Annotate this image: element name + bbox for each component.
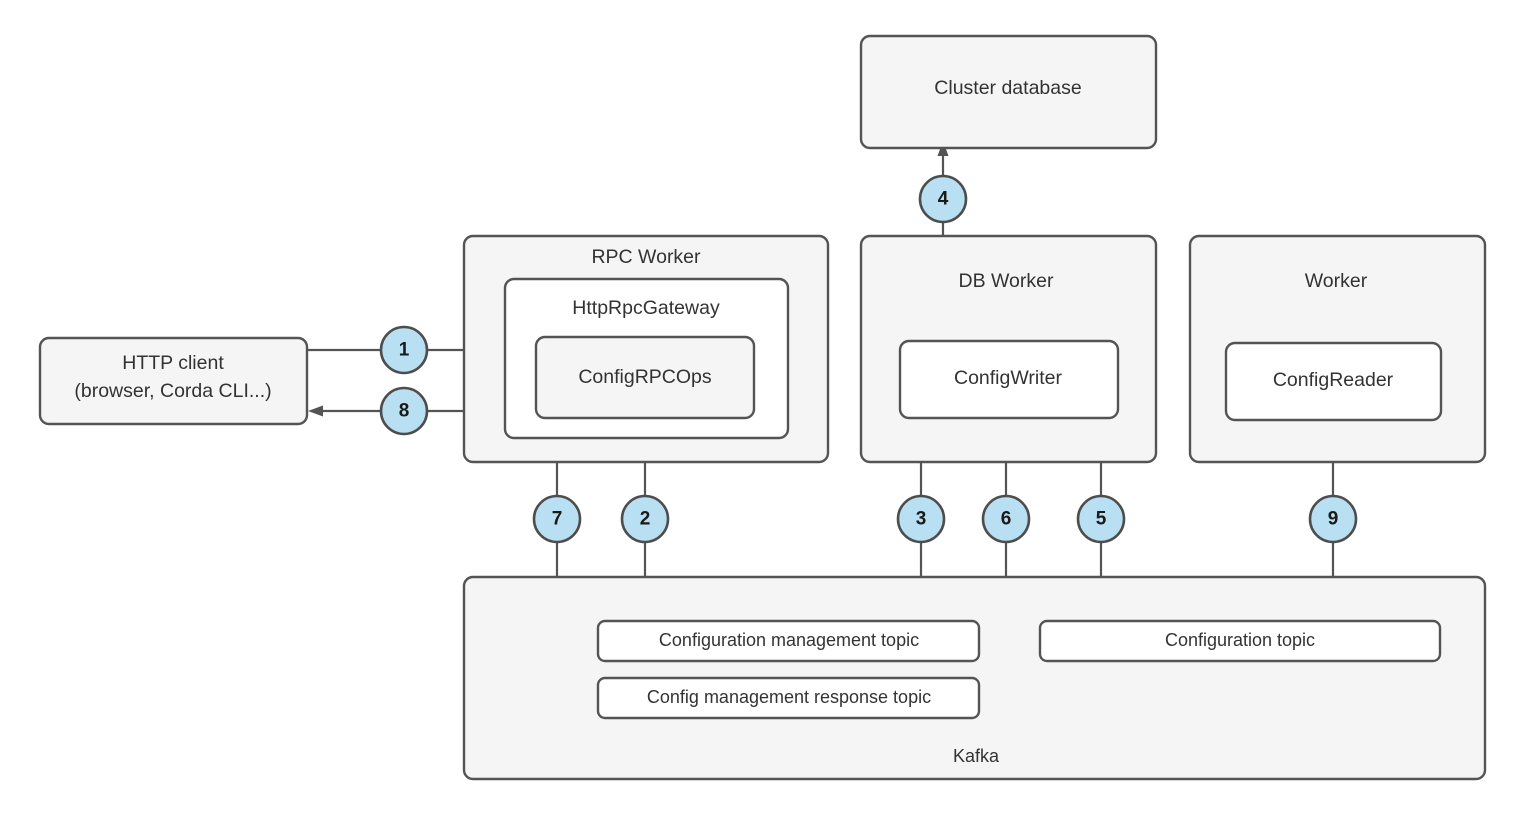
worker-label: Worker [1305, 270, 1368, 292]
config-reader-label: ConfigReader [1273, 369, 1394, 391]
kafka-label: Kafka [953, 746, 1000, 766]
config-rpc-ops-label: ConfigRPCOps [578, 366, 712, 388]
http-rpc-gateway-label: HttpRpcGateway [572, 297, 720, 319]
db-worker-label: DB Worker [959, 270, 1054, 292]
node-configuration-topic: Configuration topic [1038, 619, 1442, 663]
config-writer-label: ConfigWriter [954, 367, 1063, 389]
http-client-label-line1: HTTP client [122, 352, 224, 374]
step-badge-6-label: 6 [1001, 509, 1012, 530]
step-badge-3-label: 3 [916, 509, 927, 530]
cluster-database-label: Cluster database [934, 77, 1081, 99]
step-badge-7-label: 7 [552, 509, 563, 530]
node-config-writer: ConfigWriter [898, 339, 1120, 420]
step-badge-8-label: 8 [399, 401, 410, 422]
node-config-rpc-ops: ConfigRPCOps [534, 335, 756, 420]
step-badge-1: 1 [379, 325, 429, 375]
node-config-management-topic: Configuration management topic [596, 619, 981, 663]
configuration-topic-label: Configuration topic [1165, 630, 1315, 650]
step-badge-2-label: 2 [640, 509, 651, 530]
step-badge-5-label: 5 [1096, 509, 1107, 530]
node-cluster-database: Cluster database [859, 34, 1158, 150]
step-badge-9: 9 [1308, 494, 1358, 544]
step-badge-3: 3 [896, 494, 946, 544]
config-management-response-topic-label: Config management response topic [647, 687, 931, 707]
rpc-worker-label: RPC Worker [591, 246, 701, 268]
step-badge-8: 8 [379, 386, 429, 436]
config-management-topic-label: Configuration management topic [659, 630, 919, 650]
diagram-canvas: Cluster database HTTP client (browser, C… [38, 34, 1487, 781]
architecture-diagram: Cluster database HTTP client (browser, C… [0, 0, 1525, 820]
step-badge-6: 6 [981, 494, 1031, 544]
step-badge-4: 4 [918, 174, 968, 224]
step-badge-1-label: 1 [399, 340, 410, 361]
step-badge-2: 2 [620, 494, 670, 544]
node-http-client: HTTP client (browser, Corda CLI...) [38, 336, 309, 426]
node-config-management-response-topic: Config management response topic [596, 676, 981, 720]
step-badge-5: 5 [1076, 494, 1126, 544]
http-client-label-line2: (browser, Corda CLI...) [74, 380, 271, 402]
step-badge-4-label: 4 [938, 189, 949, 210]
node-config-reader: ConfigReader [1224, 341, 1443, 422]
step-badge-7: 7 [532, 494, 582, 544]
step-badge-9-label: 9 [1328, 509, 1339, 530]
